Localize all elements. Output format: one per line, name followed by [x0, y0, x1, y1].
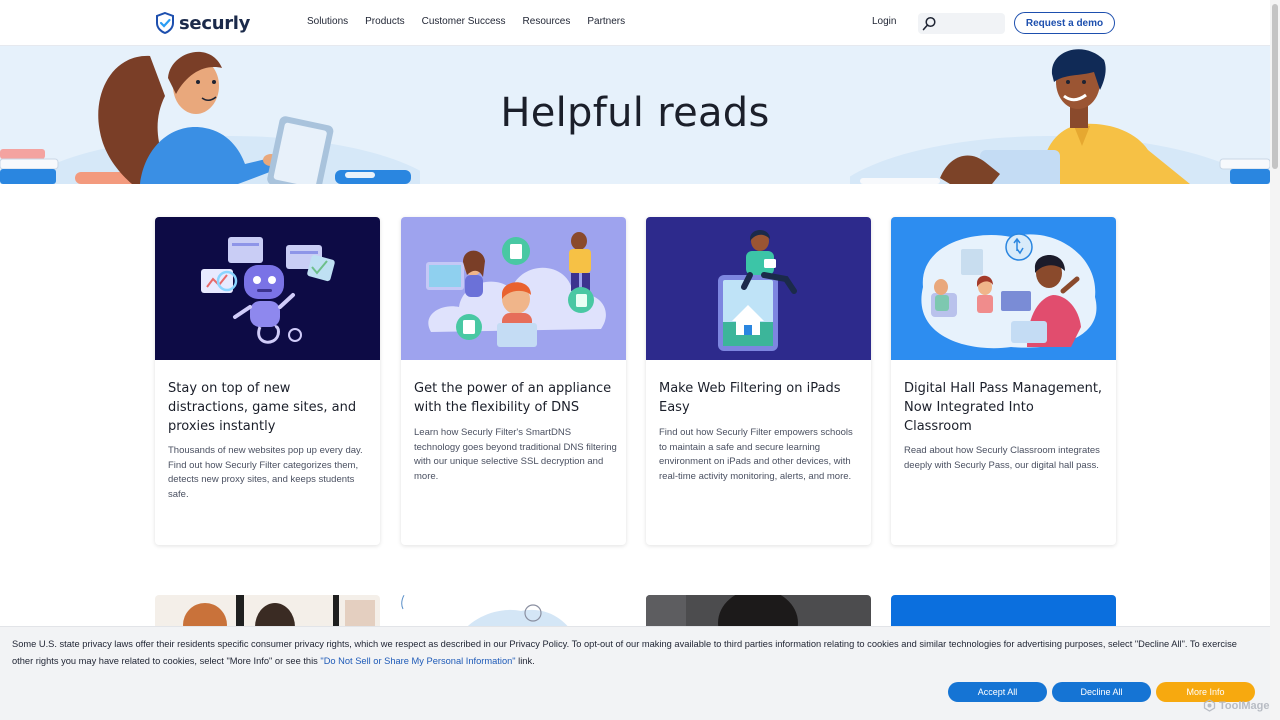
- search-box[interactable]: [918, 13, 1005, 34]
- card-title[interactable]: Digital Hall Pass Management, Now Integr…: [904, 379, 1104, 436]
- article-card-2[interactable]: Get the power of an appliance with the f…: [401, 217, 626, 545]
- cookie-message: Some U.S. state privacy laws offer their…: [12, 636, 1257, 670]
- hero-banner: Helpful reads: [0, 46, 1270, 184]
- article-card-1[interactable]: Stay on top of new distractions, game si…: [155, 217, 380, 545]
- card-title[interactable]: Stay on top of new distractions, game si…: [168, 379, 368, 436]
- do-not-sell-link[interactable]: "Do Not Sell or Share My Personal Inform…: [320, 656, 515, 666]
- watermark-logo-icon: [1203, 699, 1216, 712]
- hero-right-illustration: [850, 49, 1270, 184]
- watermark-text: ToolMage: [1219, 699, 1270, 712]
- logo-text: securly: [179, 12, 251, 34]
- main-nav: Solutions Products Customer Success Reso…: [307, 16, 625, 27]
- nav-products[interactable]: Products: [365, 16, 404, 27]
- cookie-consent-banner: Some U.S. state privacy laws offer their…: [0, 626, 1270, 720]
- request-demo-button[interactable]: Request a demo: [1014, 12, 1115, 34]
- nav-resources[interactable]: Resources: [523, 16, 571, 27]
- card-description: Learn how Securly Filter's SmartDNS tech…: [414, 427, 617, 483]
- card-description: Read about how Securly Classroom integra…: [904, 445, 1100, 471]
- nav-customer-success[interactable]: Customer Success: [422, 16, 506, 27]
- toolmage-watermark: ToolMage: [1203, 699, 1270, 712]
- card-title[interactable]: Get the power of an appliance with the f…: [414, 379, 614, 417]
- card-description: Find out how Securly Filter empowers sch…: [659, 427, 853, 483]
- search-input[interactable]: [940, 15, 1000, 32]
- card-image-dns: [401, 217, 626, 360]
- card-description: Thousands of new websites pop up every d…: [168, 445, 363, 501]
- cookie-text-main: Some U.S. state privacy laws offer their…: [12, 639, 1237, 666]
- login-link[interactable]: Login: [872, 16, 896, 27]
- nav-solutions[interactable]: Solutions: [307, 16, 348, 27]
- accept-all-button[interactable]: Accept All: [948, 682, 1047, 702]
- card-title[interactable]: Make Web Filtering on iPads Easy: [659, 379, 859, 417]
- securly-logo[interactable]: securly: [155, 11, 250, 35]
- card-image-robot: [155, 217, 380, 360]
- card-image-ipad: [646, 217, 871, 360]
- card-image-hall-pass: [891, 217, 1116, 360]
- site-header: securly Solutions Products Customer Succ…: [0, 0, 1270, 46]
- shield-logo-icon: [156, 12, 174, 34]
- scrollbar-thumb[interactable]: [1272, 4, 1278, 169]
- search-icon[interactable]: [922, 16, 937, 31]
- article-card-4[interactable]: Digital Hall Pass Management, Now Integr…: [891, 217, 1116, 545]
- nav-partners[interactable]: Partners: [587, 16, 625, 27]
- decline-all-button[interactable]: Decline All: [1052, 682, 1151, 702]
- cookie-text-end: link.: [515, 656, 535, 666]
- page-scrollbar[interactable]: [1270, 0, 1280, 720]
- article-card-3[interactable]: Make Web Filtering on iPads Easy Find ou…: [646, 217, 871, 545]
